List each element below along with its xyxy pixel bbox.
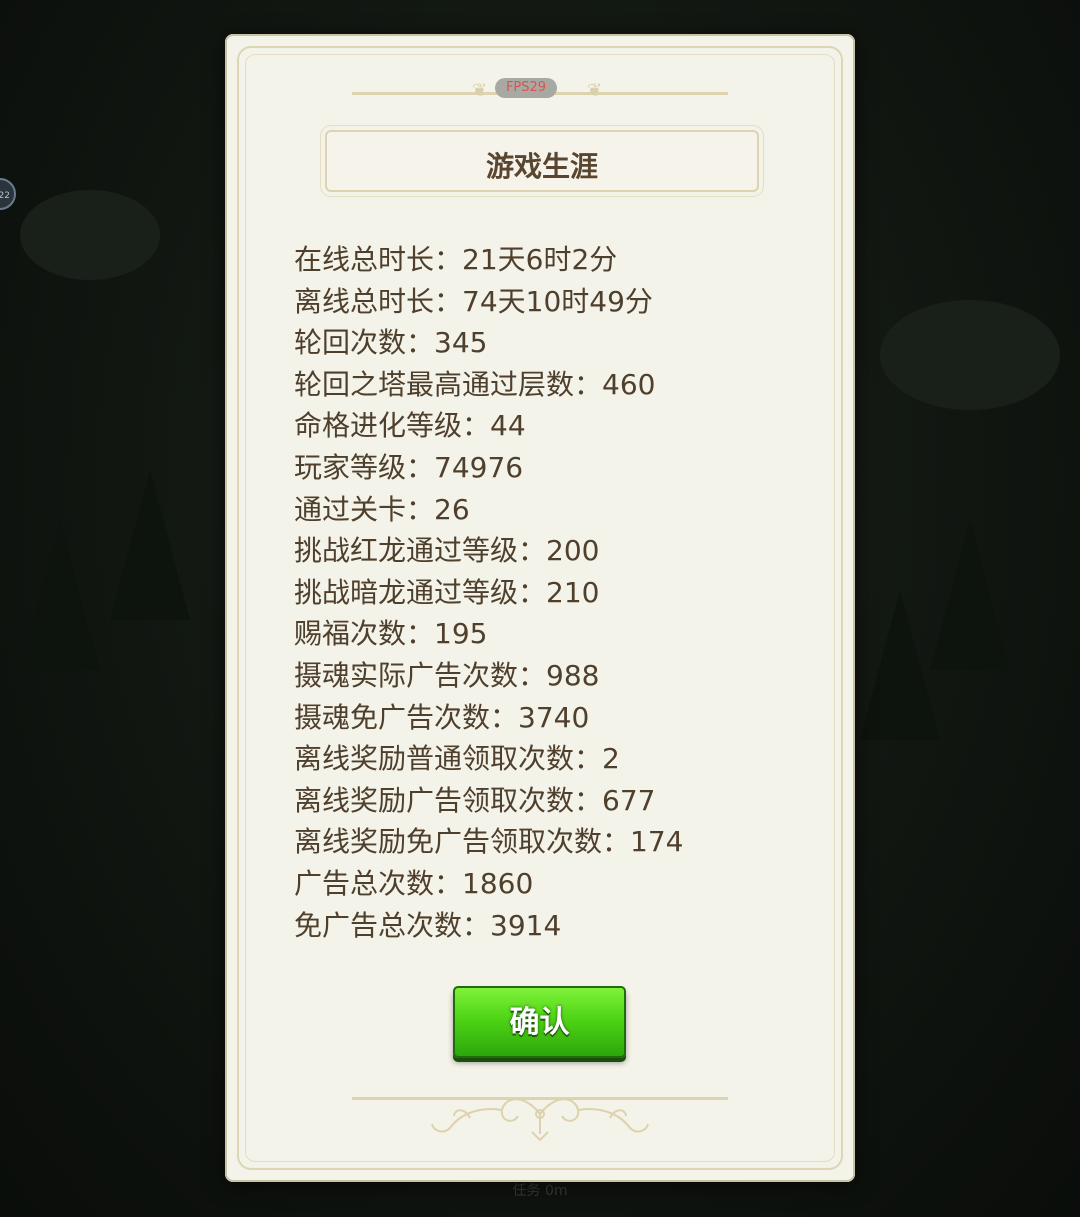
background-tree [930,520,1010,670]
stat-row: 离线奖励免广告领取次数：174 [294,825,684,859]
stat-row: 在线总时长：21天6时2分 [294,243,618,276]
stat-row: 轮回之塔最高通过层数：460 [294,367,656,401]
bottom-hint-text: 任务 0m [512,1183,568,1199]
stat-row: 命格进化等级：44 [294,409,526,443]
career-dialog: ❦ ❦ FPS29 游戏生涯 在线总时长：21天6时2分离线总时长：74天10时… [225,34,855,1182]
flourish-left-icon: ❦ [472,80,488,101]
bottom-ornament-icon [431,1098,649,1142]
stat-row: 通过关卡：26 [294,492,470,526]
background-tree [20,520,100,670]
background-tree [110,470,190,620]
stat-row: 广告总次数：1860 [294,866,534,900]
fps-counter: FPS29 [495,78,557,98]
stat-row: 轮回次数：345 [294,326,488,360]
stat-row: 挑战暗龙通过等级：210 [294,575,600,609]
title-banner: 游戏生涯 [325,130,759,192]
stat-row: 玩家等级：74976 [294,450,524,484]
confirm-button[interactable]: 确认 [453,986,626,1058]
stat-row: 免广告总次数：3914 [294,908,562,942]
stat-row: 摄魂实际广告次数：988 [294,658,600,692]
stat-row: 离线奖励广告领取次数：677 [294,783,656,817]
background-cloud [880,300,1060,410]
side-level-badge[interactable]: 22 [0,178,16,210]
stat-row: 赐福次数：195 [294,617,488,651]
flourish-right-icon: ❦ [587,80,603,101]
background-tree [860,590,940,740]
dialog-title: 游戏生涯 [485,150,598,183]
stat-row: 离线奖励普通领取次数：2 [294,742,620,776]
background-cloud [20,190,160,280]
stat-row: 摄魂免广告次数：3740 [294,700,590,734]
stat-row: 挑战红龙通过等级：200 [294,534,600,568]
stat-row: 离线总时长：74天10时49分 [294,284,653,318]
stats-list: 在线总时长：21天6时2分离线总时长：74天10时49分 轮回次数：345 轮回之塔… [294,239,683,946]
